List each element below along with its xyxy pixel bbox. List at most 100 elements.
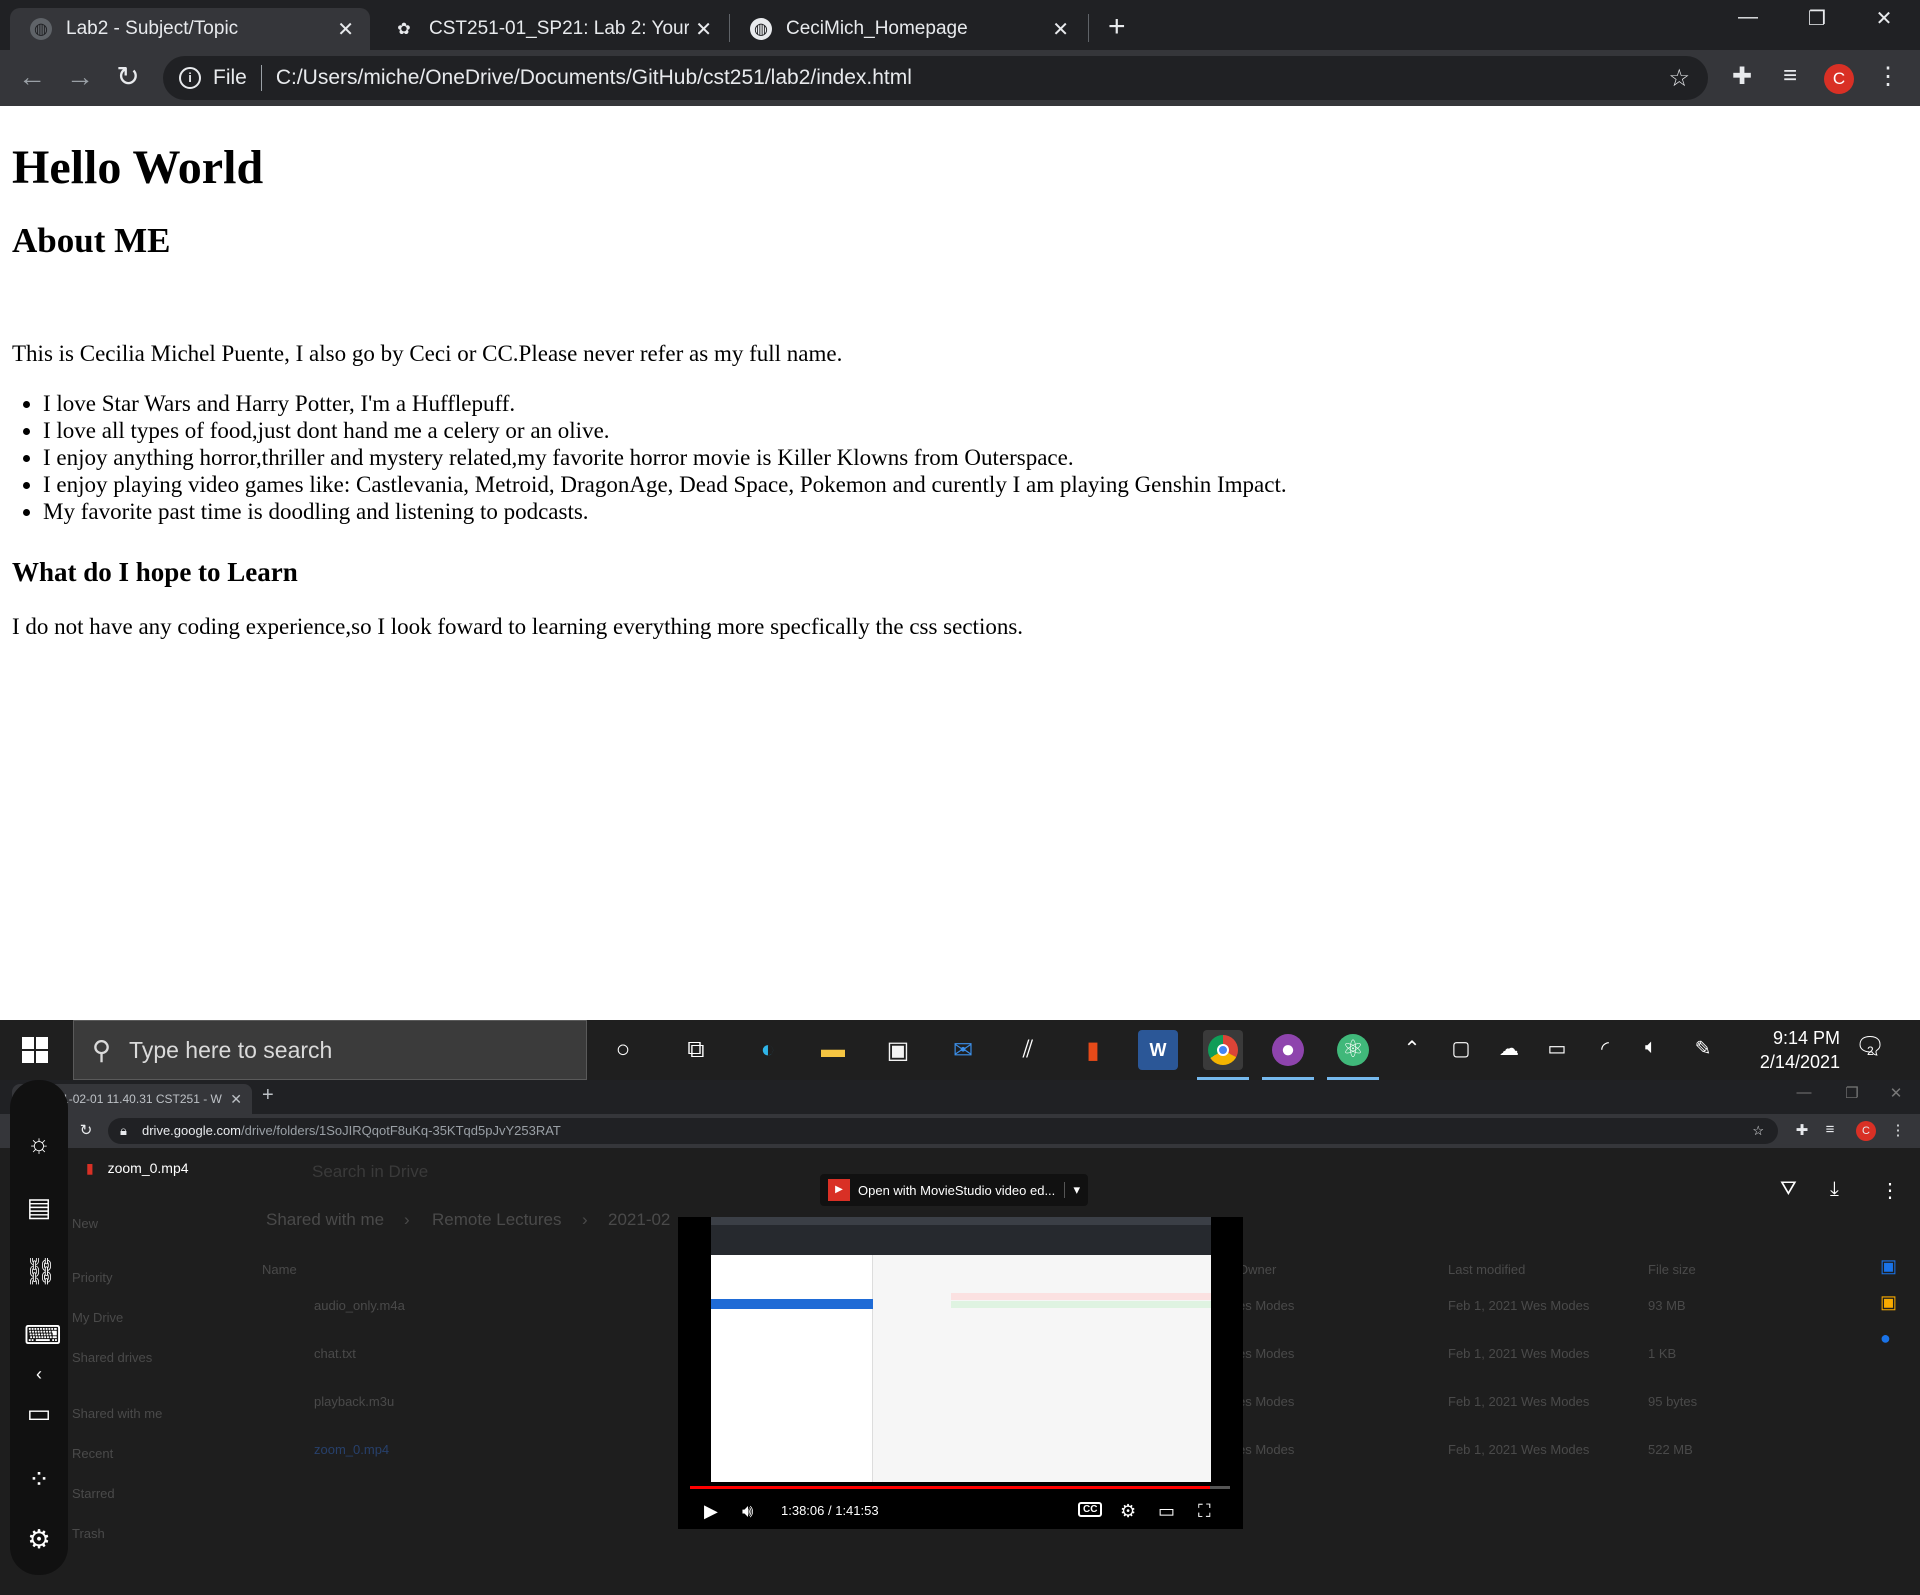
address-bar[interactable]: i File C:/Users/miche/OneDrive/Documents… — [163, 56, 1708, 100]
fullscreen-icon[interactable]: ⛶ — [1198, 1501, 1211, 1522]
right-panel-tasks-icon[interactable]: ● — [1880, 1328, 1891, 1349]
brightness-icon[interactable]: ☼ — [24, 1128, 54, 1159]
media-control-icon[interactable]: ≡ — [1774, 62, 1806, 90]
play-icon[interactable]: ▶ — [704, 1501, 718, 1522]
taskbar-search[interactable]: ⚲ Type here to search — [73, 1020, 587, 1080]
back-icon[interactable]: ← — [14, 62, 50, 92]
reload-icon[interactable]: ↻ — [110, 62, 146, 92]
bookmark-star-icon[interactable]: ☆ — [1752, 1118, 1764, 1144]
breadcrumb-item[interactable]: Remote Lectures — [432, 1210, 561, 1230]
minimize-icon[interactable]: — — [1728, 6, 1768, 29]
reload-icon[interactable]: ↻ — [76, 1121, 96, 1139]
more-options-icon[interactable]: ⋮ — [1880, 1178, 1900, 1203]
tab-lab2[interactable]: ◍ Lab2 - Subject/Topic ✕ — [10, 8, 370, 50]
shared-address-bar[interactable]: 🔒︎ drive.google.com/drive/folders/1SoJIR… — [108, 1118, 1778, 1144]
mail-icon[interactable]: ✉ — [943, 1030, 983, 1070]
apps-grid-icon[interactable]: ⁘ — [24, 1464, 54, 1495]
file-row-name[interactable]: audio_only.m4a — [314, 1298, 405, 1313]
pen-icon[interactable]: ✎ — [1688, 1036, 1718, 1061]
edge-icon[interactable]: ◐ — [748, 1030, 788, 1070]
extensions-icon[interactable]: ✚ — [1792, 1121, 1812, 1139]
file-row-name[interactable]: chat.txt — [314, 1346, 356, 1361]
close-tab-icon[interactable]: ✕ — [695, 17, 712, 42]
word-icon[interactable]: W — [1138, 1030, 1178, 1070]
captions-icon[interactable]: CC — [1078, 1502, 1103, 1517]
open-with-button[interactable]: ▶ Open with MovieStudio video ed... ▾ — [820, 1174, 1088, 1206]
chevron-down-icon[interactable]: ▾ — [1064, 1182, 1088, 1198]
forward-icon[interactable]: → — [62, 62, 98, 92]
keyboard-icon[interactable]: ⌨ — [24, 1320, 62, 1351]
close-window-icon[interactable]: ✕ — [1886, 1084, 1906, 1102]
file-row-name[interactable]: zoom_0.mp4 — [314, 1442, 389, 1457]
close-window-icon[interactable]: ✕ — [1864, 6, 1904, 31]
minimize-icon[interactable]: — — [1794, 1084, 1814, 1101]
video-player[interactable]: ▶ 🔊︎ 1:38:06 / 1:41:53 CC ⚙ ▭ ⛶ — [678, 1217, 1243, 1529]
picture-in-picture-icon[interactable]: ▭ — [1158, 1501, 1175, 1522]
close-tab-icon[interactable]: ✕ — [230, 1091, 242, 1108]
store-icon[interactable]: ▣ — [878, 1030, 918, 1070]
nav-trash[interactable]: Trash — [72, 1526, 105, 1541]
settings-gear-icon[interactable]: ⚙ — [24, 1524, 54, 1555]
profile-avatar[interactable]: C — [1824, 64, 1854, 94]
nav-priority[interactable]: Priority — [72, 1270, 112, 1285]
bookmark-star-icon[interactable]: ☆ — [1668, 64, 1690, 93]
new-tab-icon[interactable]: + — [262, 1084, 274, 1107]
nav-starred[interactable]: Starred — [72, 1486, 115, 1501]
nav-recent[interactable]: Recent — [72, 1446, 113, 1461]
system-clock[interactable]: 9:14 PM 2/14/2021 — [1730, 1026, 1840, 1074]
media-control-icon[interactable]: ≡ — [1820, 1121, 1840, 1138]
battery-icon[interactable]: ▭ — [1542, 1036, 1572, 1061]
file-explorer-icon[interactable]: ▬ — [813, 1030, 853, 1070]
column-name[interactable]: Name — [262, 1262, 297, 1277]
download-icon[interactable]: ⤓ — [1830, 1178, 1839, 1201]
settings-gear-icon[interactable]: ⚙ — [1120, 1501, 1136, 1522]
add-to-drive-icon[interactable]: ⛛ — [1780, 1178, 1797, 1201]
tab-canvas-lab[interactable]: ✿ CST251-01_SP21: Lab 2: Your First ✕ — [373, 8, 728, 50]
tab-homepage[interactable]: ◍ CeciMich_Homepage ✕ — [730, 8, 1085, 50]
action-center-icon[interactable]: 🗨︎ 2 — [1855, 1032, 1885, 1061]
link-icon[interactable]: ⛓ — [24, 1256, 57, 1287]
collapse-icon[interactable]: ‹ — [24, 1364, 54, 1385]
right-panel-calendar-icon[interactable]: ▣ — [1880, 1256, 1897, 1277]
right-panel-keep-icon[interactable]: ▣ — [1880, 1292, 1897, 1313]
column-last-modified[interactable]: Last modified — [1448, 1262, 1525, 1277]
nav-shared-drives[interactable]: Shared drives — [72, 1350, 152, 1365]
column-owner[interactable]: Owner — [1238, 1262, 1276, 1277]
profile-avatar[interactable]: C — [1856, 1121, 1876, 1141]
close-tab-icon[interactable]: ✕ — [337, 17, 354, 42]
window-icon[interactable]: ▤ — [24, 1192, 54, 1223]
laptop-icon[interactable]: ▭ — [24, 1398, 54, 1429]
extensions-icon[interactable]: ✚ — [1726, 62, 1758, 91]
chrome-icon[interactable] — [1197, 1030, 1249, 1080]
cortana-icon[interactable]: ○ — [603, 1030, 643, 1070]
github-desktop-icon[interactable]: ● — [1262, 1030, 1314, 1080]
restore-icon[interactable]: ❐ — [1797, 6, 1837, 31]
office-icon[interactable]: ▮ — [1073, 1030, 1113, 1070]
onedrive-icon[interactable]: ☁ — [1494, 1036, 1524, 1061]
url-host: drive.google.com — [142, 1123, 241, 1138]
video-progress-bar[interactable] — [690, 1486, 1230, 1489]
nav-shared-with-me[interactable]: Shared with me — [72, 1406, 162, 1421]
show-hidden-icons-icon[interactable]: ⌃ — [1397, 1036, 1427, 1061]
restore-icon[interactable]: ❐ — [1842, 1084, 1862, 1102]
windows-start-icon[interactable] — [22, 1037, 48, 1063]
atom-icon[interactable]: ⚛ — [1327, 1030, 1379, 1080]
menu-kebab-icon[interactable]: ⋮ — [1888, 1121, 1908, 1139]
volume-icon[interactable]: 🔊︎ — [742, 1501, 753, 1522]
close-tab-icon[interactable]: ✕ — [1052, 17, 1069, 42]
breadcrumb-item[interactable]: Shared with me — [266, 1210, 384, 1230]
info-icon[interactable]: i — [179, 67, 201, 89]
task-view-icon[interactable]: ⧉ — [676, 1030, 716, 1070]
volume-icon[interactable]: 🔈︎ — [1636, 1036, 1666, 1059]
new-tab-icon[interactable]: + — [1108, 10, 1126, 44]
atlas-icon[interactable]: ⫽ — [1008, 1030, 1048, 1070]
nav-my-drive[interactable]: My Drive — [72, 1310, 123, 1325]
file-row-name[interactable]: playback.m3u — [314, 1394, 394, 1409]
file-row-modified: Feb 1, 2021 Wes Modes — [1448, 1298, 1590, 1313]
menu-kebab-icon[interactable]: ⋮ — [1872, 62, 1904, 91]
meet-now-icon[interactable]: ▢ — [1446, 1036, 1476, 1061]
breadcrumb-item[interactable]: 2021-02 — [608, 1210, 670, 1230]
wifi-icon[interactable]: ◜ — [1590, 1036, 1620, 1061]
nav-new[interactable]: New — [72, 1216, 98, 1231]
column-file-size[interactable]: File size — [1648, 1262, 1696, 1277]
